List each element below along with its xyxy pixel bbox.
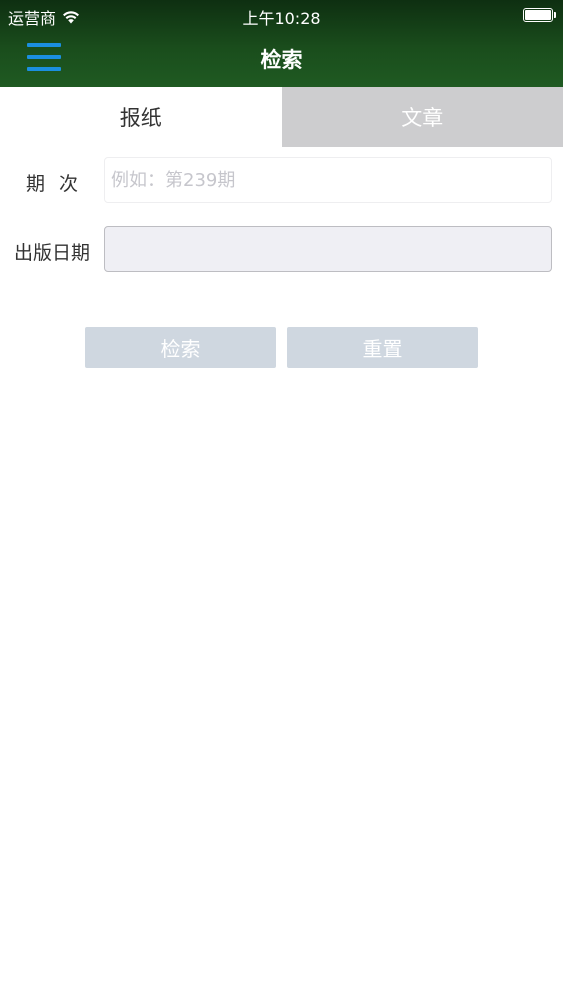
reset-button[interactable]: 重置 — [287, 327, 478, 368]
tab-article[interactable]: 文章 — [281, 87, 563, 147]
app-header: 运营商 上午10:28 检索 — [0, 0, 563, 87]
issue-label: 期次 — [25, 173, 92, 195]
search-type-tabs: 报纸 文章 — [0, 87, 563, 147]
status-time: 上午10:28 — [242, 9, 321, 28]
issue-row: 期次 — [0, 157, 563, 203]
status-bar: 运营商 上午10:28 — [0, 0, 563, 30]
page-title: 检索 — [260, 48, 303, 72]
tab-newspaper[interactable]: 报纸 — [0, 87, 282, 147]
publish-date-label: 出版日期 — [13, 242, 90, 264]
search-button[interactable]: 检索 — [85, 327, 276, 368]
battery-icon — [523, 8, 556, 22]
issue-input[interactable] — [104, 157, 552, 203]
date-row: 出版日期 — [0, 226, 563, 272]
publish-date-field[interactable] — [104, 226, 552, 272]
